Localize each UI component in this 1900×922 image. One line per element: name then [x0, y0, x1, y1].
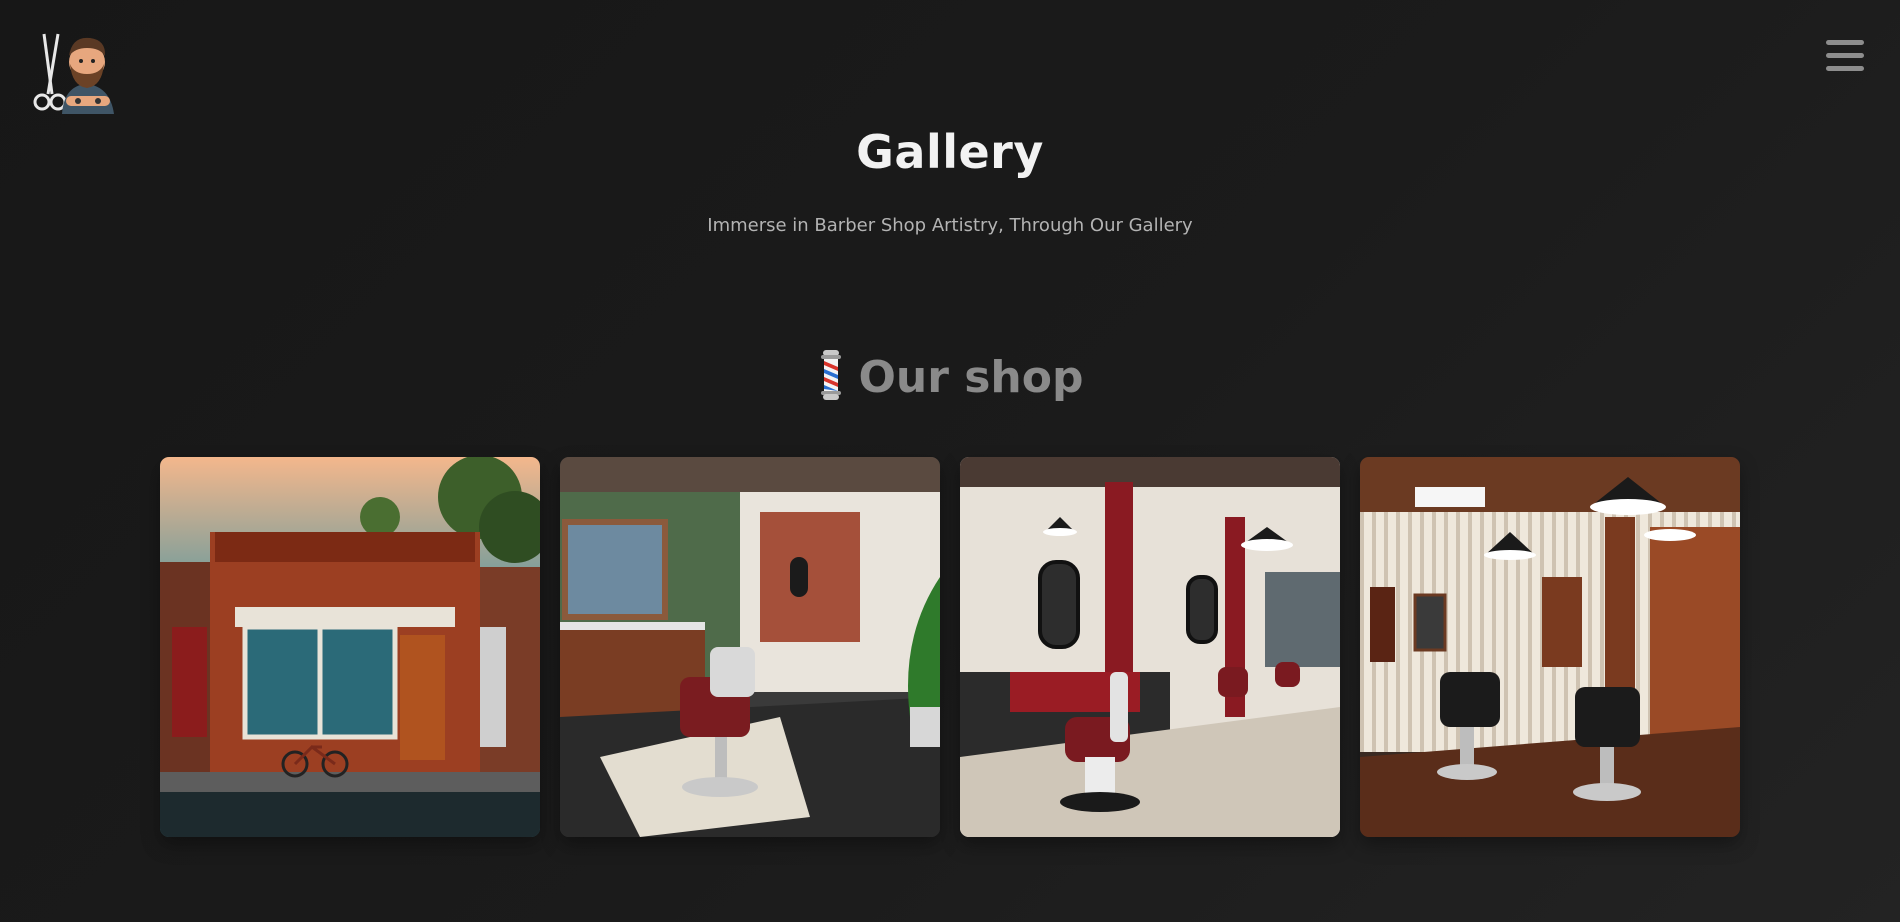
- striped-wall-barber-interior-image[interactable]: [1360, 457, 1740, 837]
- gallery-page: Gallery Immerse in Barber Shop Artistry,…: [0, 0, 1900, 922]
- section-title: Our shop: [858, 351, 1084, 403]
- hamburger-line: [1826, 66, 1864, 71]
- barber-pole-icon: [817, 350, 845, 404]
- hamburger-menu-icon: [1826, 40, 1864, 45]
- menu-button[interactable]: [1826, 40, 1864, 74]
- page-title: Gallery: [856, 125, 1044, 179]
- gallery-grid: [160, 457, 1740, 837]
- red-pillar-barber-interior-image[interactable]: [960, 457, 1340, 837]
- logo-barber-icon[interactable]: [30, 26, 118, 114]
- barbershop-storefront-image[interactable]: [160, 457, 540, 837]
- green-wall-barber-interior-image[interactable]: [560, 457, 940, 837]
- section-heading: Our shop: [0, 350, 1900, 404]
- hamburger-line: [1826, 53, 1864, 58]
- page-subtitle: Immerse in Barber Shop Artistry, Through…: [707, 215, 1193, 236]
